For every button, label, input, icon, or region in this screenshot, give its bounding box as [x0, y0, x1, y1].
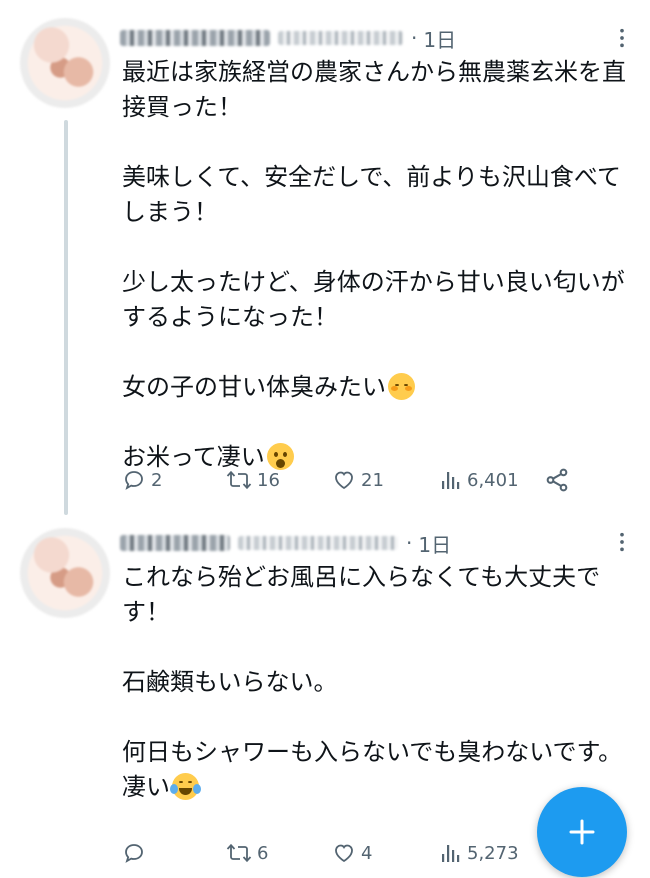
crying-laughing-emoji-icon [170, 773, 201, 800]
heart-icon [335, 471, 353, 490]
reply-count: 2 [151, 469, 163, 491]
tweet-text: 最近は家族経営の農家さんから無農薬玄米を直接買った！ 美味しくて、安全だしで、前… [122, 55, 632, 475]
like-count: 21 [361, 469, 384, 491]
retweet-icon [226, 470, 252, 490]
compose-button[interactable] [537, 787, 627, 877]
blurred-display-name[interactable] [120, 535, 230, 551]
tweet-actions: 2 16 21 6,401 [122, 462, 582, 498]
avatar[interactable] [20, 528, 110, 618]
retweet-button[interactable]: 16 [226, 462, 280, 498]
tweet-actions: 6 4 5,273 [122, 835, 582, 871]
blurred-display-name[interactable] [120, 30, 270, 46]
views-count: 6,401 [467, 469, 519, 491]
views-button[interactable]: 6,401 [440, 462, 519, 498]
reply-button[interactable]: 2 [122, 462, 162, 498]
retweet-button[interactable]: 6 [226, 835, 268, 871]
plus-icon [569, 819, 595, 845]
reply-icon [125, 844, 143, 863]
blurred-username[interactable] [278, 31, 403, 45]
separator-dot: · [406, 531, 413, 555]
tweet-text-main: これなら殆どお風呂に入らなくても大丈夫です！ 石鹸類もいらない。 何日もシャワー… [122, 563, 623, 801]
like-button[interactable]: 4 [332, 835, 372, 871]
like-count: 4 [361, 842, 373, 864]
thread-line [64, 120, 68, 515]
views-count: 5,273 [467, 842, 519, 864]
retweet-count: 6 [257, 842, 269, 864]
tweet-header: · 1日 [120, 22, 456, 54]
tweet-header: · 1日 [120, 527, 451, 559]
smiling-blush-emoji-icon [388, 373, 415, 400]
retweet-count: 16 [257, 469, 280, 491]
views-button[interactable]: 5,273 [440, 835, 519, 871]
tweet-text-main: 最近は家族経営の農家さんから無農薬玄米を直接買った！ 美味しくて、安全だしで、前… [122, 58, 626, 401]
reply-button[interactable] [122, 835, 151, 871]
reply-icon [125, 471, 143, 490]
heart-icon [335, 844, 353, 863]
tweet-time[interactable]: 1日 [423, 24, 456, 53]
more-dots-icon[interactable] [610, 26, 634, 50]
separator-dot: · [411, 26, 418, 50]
bar-chart-icon [442, 845, 460, 862]
bar-chart-icon [442, 472, 460, 489]
share-button[interactable] [544, 462, 570, 498]
tweet-time[interactable]: 1日 [418, 529, 451, 558]
avatar[interactable] [20, 18, 110, 108]
share-icon [546, 468, 568, 492]
blurred-username[interactable] [238, 536, 398, 550]
more-dots-icon[interactable] [610, 530, 634, 554]
tweet-text: これなら殆どお風呂に入らなくても大丈夫です！ 石鹸類もいらない。 何日もシャワー… [122, 560, 632, 805]
retweet-icon [226, 843, 252, 863]
like-button[interactable]: 21 [332, 462, 384, 498]
